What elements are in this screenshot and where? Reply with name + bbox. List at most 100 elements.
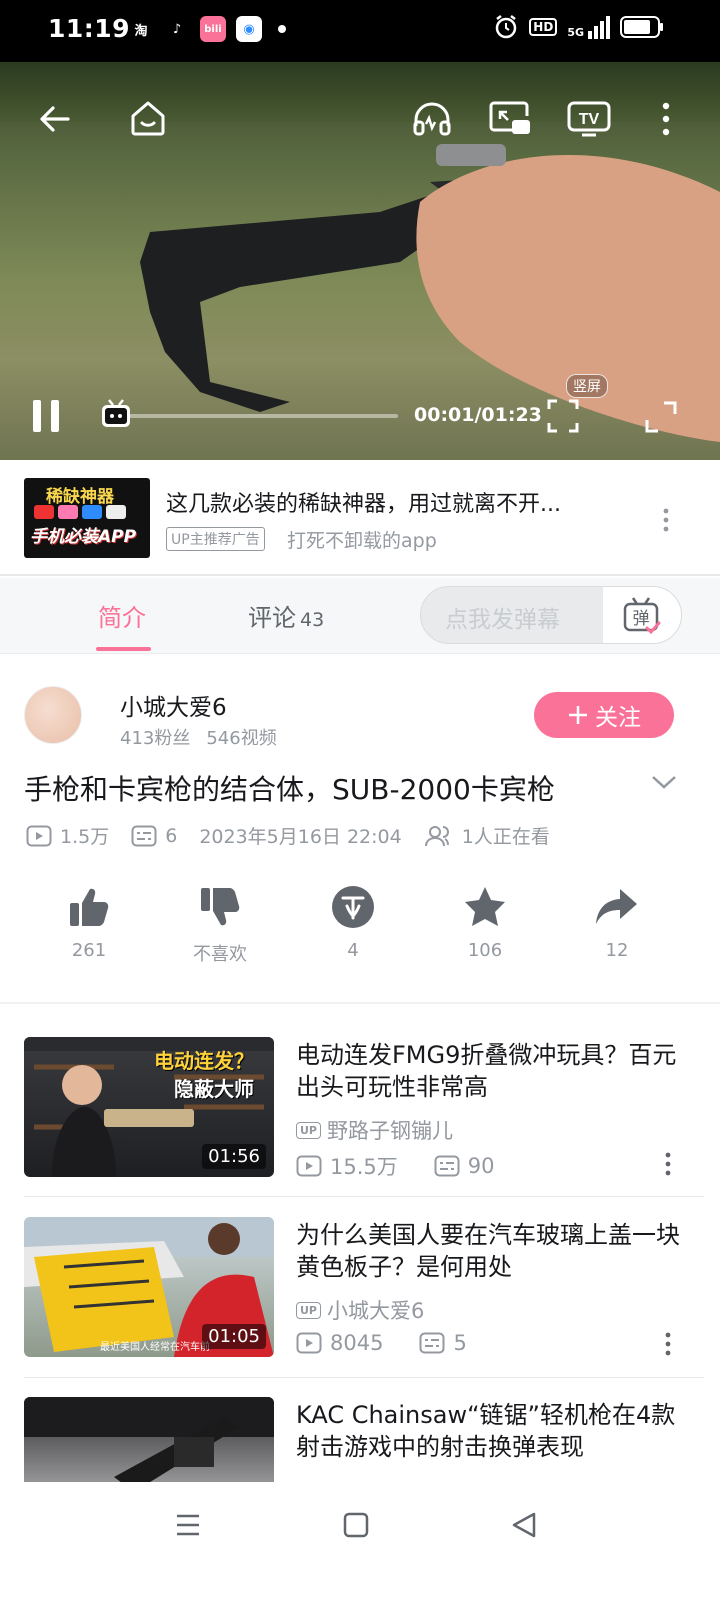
video-title: 手枪和卡宾枪的结合体，SUB-2000卡宾枪	[24, 773, 555, 806]
ad-thumbnail: 稀缺神器 手机必装APP	[24, 478, 150, 558]
star-icon	[465, 887, 505, 926]
video-thumbnail[interactable]: 电动连发？ 隐蔽大师 01:56	[24, 1037, 274, 1177]
headphones-icon	[413, 102, 451, 136]
danmaku-count-icon	[434, 1155, 460, 1177]
up-badge-icon: UP	[296, 1301, 321, 1319]
ad-banner[interactable]: 稀缺神器 手机必装APP 这几款必装的稀缺神器，用过就离不开... UP主推荐广…	[0, 460, 720, 576]
video-duration: 01:56	[202, 1144, 266, 1169]
coin-button[interactable]: 4	[303, 882, 403, 961]
tab-comments-label: 评论	[248, 604, 296, 632]
more-vertical-icon	[663, 508, 669, 532]
danmaku-input-box[interactable]: 点我发弹幕 弹	[420, 586, 682, 644]
list-item[interactable]: 电动连发？ 隐蔽大师 01:56 电动连发FMG9折叠微冲玩具？百元出头可玩性非…	[0, 1037, 720, 1217]
tv-mascot-icon	[102, 399, 130, 427]
video-title[interactable]: 为什么美国人要在汽车玻璃上盖一块黄色板子？是何用处	[296, 1219, 696, 1283]
plus-icon	[569, 706, 587, 724]
signal-icon: 5G	[567, 15, 610, 39]
list-divider	[24, 1196, 704, 1197]
share-arrow-icon	[596, 889, 637, 924]
progress-handle[interactable]	[100, 398, 132, 434]
item-more-button[interactable]	[662, 1331, 674, 1361]
home-nav-button[interactable]	[342, 1510, 370, 1544]
ad-title[interactable]: 这几款必装的稀缺神器，用过就离不开...	[166, 486, 561, 518]
favorite-button[interactable]: 106	[435, 882, 535, 961]
video-meta: 1.5万 6 2023年5月16日 22:04 1人正在看	[26, 822, 572, 849]
list-item[interactable]: KAC Chainsaw“链锯”轻机枪在4款射击游戏中的射击换弹表现	[0, 1397, 720, 1482]
danmaku-count-text: 5	[453, 1331, 467, 1355]
fans-count: 413粉丝	[120, 728, 191, 749]
progress-bar[interactable]	[118, 414, 398, 418]
up-badge-icon: UP	[296, 1121, 321, 1139]
up-name: UP 野路子钢镚儿	[296, 1115, 453, 1145]
list-divider	[24, 1377, 704, 1378]
video-thumbnail[interactable]	[24, 1397, 274, 1482]
share-button[interactable]: 12	[567, 882, 667, 961]
view-count: 8045	[296, 1331, 383, 1355]
item-more-button[interactable]	[662, 1151, 674, 1181]
danmaku-count: 5	[419, 1331, 467, 1355]
ad-more-button[interactable]	[658, 506, 674, 540]
status-indicators: HD 5G	[493, 14, 664, 40]
picture-in-picture-button[interactable]	[488, 100, 532, 142]
back-arrow-icon	[40, 106, 70, 132]
follow-button[interactable]: 关注	[534, 692, 674, 738]
back-button[interactable]	[38, 102, 72, 140]
recent-apps-button[interactable]	[174, 1510, 202, 1544]
danmaku-count-icon	[419, 1332, 445, 1354]
view-count: 1.5万	[26, 822, 109, 849]
vertical-screen-button[interactable]	[546, 398, 580, 438]
chevron-down-icon	[652, 776, 676, 789]
pause-button[interactable]	[30, 398, 62, 438]
video-thumbnail[interactable]: 最近美国人经常在汽车前 01:05	[24, 1217, 274, 1357]
up-name-text: 小城大爱6	[327, 1299, 425, 1323]
home-icon	[131, 101, 165, 136]
bilibili-app-icon: bili	[200, 16, 226, 42]
danmaku-count: 90	[434, 1154, 495, 1178]
play-count-icon	[296, 1155, 322, 1177]
menu-lines-icon	[177, 1514, 199, 1536]
coin-icon	[332, 886, 374, 928]
ad-thumb-line2: 手机必装APP	[30, 527, 137, 547]
fullscreen-icon	[645, 401, 677, 433]
listen-mode-button[interactable]	[412, 100, 452, 142]
taobao-app-icon: 淘	[134, 23, 148, 39]
up-name: UP 小城大爱6	[296, 1295, 424, 1325]
uploader-name[interactable]: 小城大爱6	[120, 688, 227, 722]
danmaku-input[interactable]: 点我发弹幕	[445, 600, 560, 634]
expand-description-button[interactable]	[650, 772, 678, 796]
back-nav-button[interactable]	[510, 1510, 538, 1544]
tab-bar: 简介 评论 43 点我发弹幕 弹	[0, 578, 720, 654]
pause-icon	[33, 400, 59, 432]
more-options-button[interactable]	[656, 100, 676, 142]
view-count-text: 8045	[330, 1331, 384, 1355]
system-navigation-bar	[0, 1482, 720, 1600]
like-button[interactable]: 261	[39, 882, 139, 961]
tab-comments[interactable]: 评论 43	[248, 598, 324, 633]
thumbs-up-icon	[70, 888, 109, 926]
action-bar: 261 不喜欢 4 106 12	[0, 882, 720, 982]
tab-intro[interactable]: 简介	[98, 598, 146, 633]
favorite-count: 106	[467, 940, 503, 961]
more-notifications-dot	[278, 25, 286, 33]
fullscreen-button[interactable]	[644, 400, 678, 438]
like-count: 261	[71, 940, 107, 961]
video-title[interactable]: 电动连发FMG9折叠微冲玩具？百元出头可玩性非常高	[296, 1039, 696, 1103]
battery-icon	[620, 16, 663, 38]
video-title[interactable]: KAC Chainsaw“链锯”轻机枪在4款射击游戏中的射击换弹表现	[296, 1399, 696, 1463]
home-button[interactable]	[128, 98, 168, 142]
browser-app-icon: ◉	[236, 16, 262, 42]
video-stats: 8045 5	[296, 1331, 503, 1355]
avatar[interactable]	[24, 686, 82, 744]
cast-tv-button[interactable]: TV	[566, 100, 612, 142]
video-player[interactable]: TV 00:01/01:23 竖屏	[0, 62, 720, 460]
ad-tag: UP主推荐广告	[166, 527, 265, 551]
ad-thumb-line1: 稀缺神器	[46, 487, 114, 507]
playback-time: 00:01/01:23	[414, 404, 542, 426]
list-item[interactable]: 最近美国人经常在汽车前 01:05 为什么美国人要在汽车玻璃上盖一块黄色板子？是…	[0, 1217, 720, 1397]
dislike-label: 不喜欢	[193, 944, 247, 965]
play-count-icon	[296, 1332, 322, 1354]
danmaku-count-text: 6	[165, 824, 178, 847]
danmaku-settings-button[interactable]: 弹	[603, 587, 681, 643]
dislike-button[interactable]: 不喜欢	[170, 882, 270, 966]
view-count-text: 15.5万	[330, 1155, 398, 1179]
